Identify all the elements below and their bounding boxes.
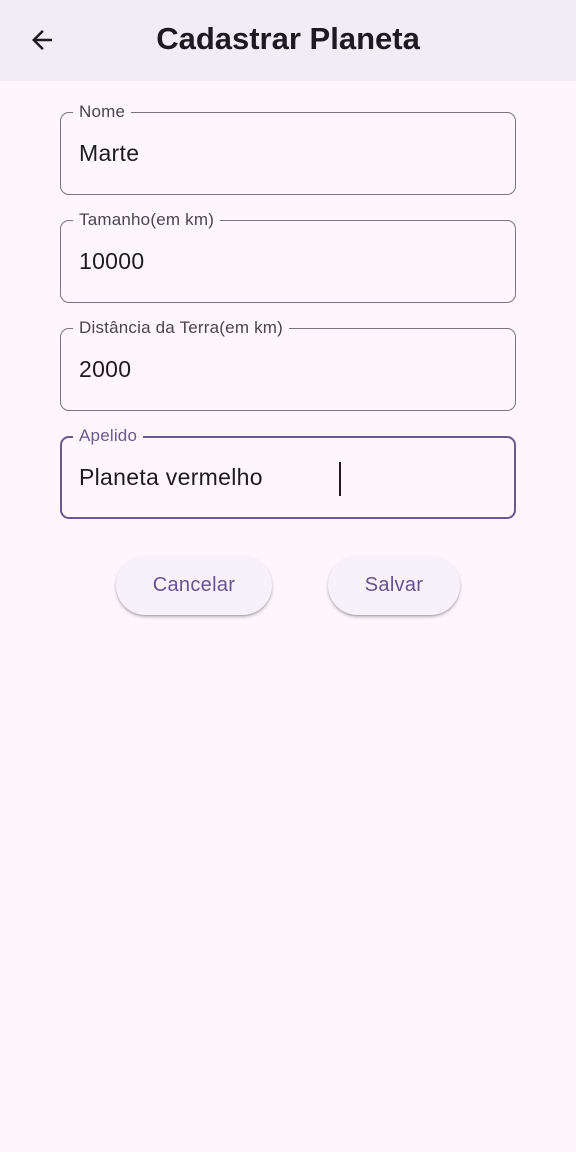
nickname-input[interactable] bbox=[62, 438, 514, 517]
page-title: Cadastrar Planeta bbox=[156, 21, 420, 56]
size-input[interactable] bbox=[61, 221, 515, 302]
name-input[interactable] bbox=[61, 113, 515, 194]
planet-form: Nome Tamanho(em km) Distância da Terra(e… bbox=[60, 101, 516, 544]
distance-input[interactable] bbox=[61, 329, 515, 410]
nickname-field[interactable]: Apelido bbox=[60, 425, 516, 519]
cancel-button[interactable]: Cancelar bbox=[116, 556, 272, 615]
form-actions: Cancelar Salvar bbox=[0, 556, 576, 616]
save-button[interactable]: Salvar bbox=[328, 556, 460, 615]
app-bar: Cadastrar Planeta bbox=[0, 0, 576, 81]
distance-field[interactable]: Distância da Terra(em km) bbox=[60, 317, 516, 411]
size-field[interactable]: Tamanho(em km) bbox=[60, 209, 516, 303]
text-cursor bbox=[339, 462, 341, 496]
name-field[interactable]: Nome bbox=[60, 101, 516, 195]
